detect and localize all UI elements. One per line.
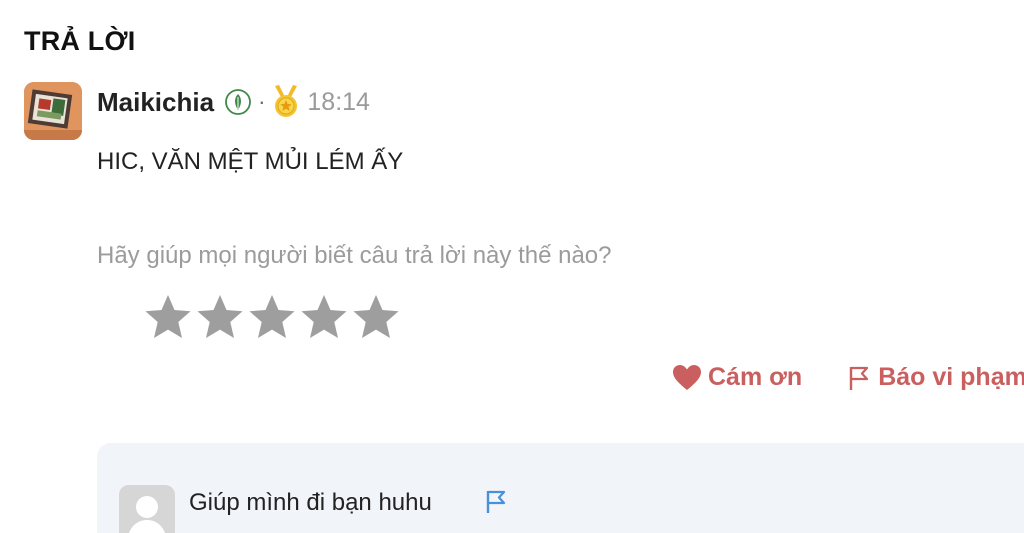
comment-text: Giúp mình đi bạn huhu: [189, 489, 432, 516]
thanks-label: Cám ơn: [708, 363, 803, 391]
gold-medal-icon: [271, 85, 301, 119]
report-button[interactable]: Báo vi phạm: [848, 363, 1024, 392]
rating-stars: [143, 293, 403, 341]
answer-actions: Cám ơn Báo vi phạm: [672, 363, 1024, 392]
avatar-image: [24, 82, 82, 140]
meta-separator: ·: [258, 89, 266, 114]
user-avatar[interactable]: [24, 82, 82, 140]
section-title: TRẢ LỜI: [24, 26, 136, 56]
comment-report-flag-icon[interactable]: [485, 489, 507, 515]
star-icon-3[interactable]: [247, 293, 297, 341]
heart-icon: [673, 364, 701, 390]
username-link[interactable]: Maikichia: [97, 87, 214, 118]
answer-text: HIC, VĂN MỆT MỦI LÉM ẤY: [97, 148, 404, 175]
star-icon-2[interactable]: [195, 293, 245, 341]
thanks-button[interactable]: Cám ơn: [672, 363, 802, 392]
rating-prompt: Hãy giúp mọi người biết câu trả lời này …: [97, 242, 612, 269]
star-icon-5[interactable]: [351, 293, 401, 341]
comment-avatar[interactable]: [119, 485, 175, 533]
flag-icon: [849, 366, 869, 390]
leaf-badge-icon: [224, 88, 252, 116]
default-avatar-icon: [119, 485, 175, 533]
answer-meta: Maikichia · 18:14: [97, 84, 370, 120]
star-icon-1[interactable]: [143, 293, 193, 341]
report-label: Báo vi phạm: [878, 363, 1024, 391]
comment-box: Giúp mình đi bạn huhu: [97, 443, 1024, 533]
answer-section: TRẢ LỜI Maikichia · 18:14 HIC, VĂN MỆT M…: [0, 0, 1024, 533]
star-icon-4[interactable]: [299, 293, 349, 341]
answer-time: 18:14: [307, 87, 370, 116]
